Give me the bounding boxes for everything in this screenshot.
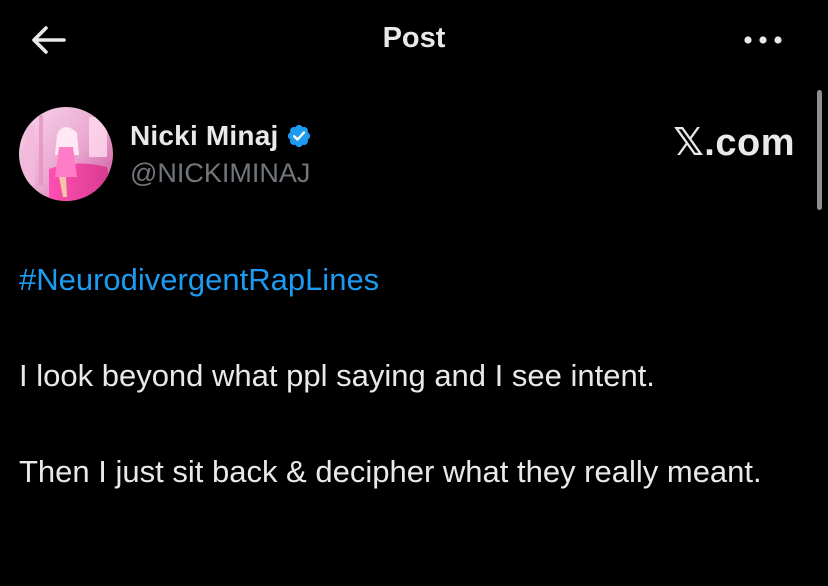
avatar[interactable] — [19, 107, 113, 201]
watermark-logo: 𝕏.com — [673, 122, 795, 164]
hashtag-link[interactable]: #NeurodivergentRapLines — [19, 262, 379, 297]
author-info[interactable]: Nicki Minaj @NICKIMINAJ — [130, 116, 312, 189]
verified-badge-icon[interactable] — [286, 123, 312, 149]
post-text: #NeurodivergentRapLines I look beyond wh… — [19, 256, 799, 496]
author-name[interactable]: Nicki Minaj — [130, 120, 278, 152]
name-row: Nicki Minaj — [130, 116, 312, 156]
author-handle[interactable]: @NICKIMINAJ — [130, 158, 312, 189]
avatar-image — [19, 107, 113, 201]
page-title: Post — [382, 22, 446, 54]
more-horizontal-icon — [744, 36, 782, 44]
post-line-2: Then I just sit back & decipher what the… — [19, 454, 762, 489]
scrollbar[interactable] — [817, 90, 822, 210]
top-bar: Post — [0, 0, 828, 80]
post-line-1: I look beyond what ppl saying and I see … — [19, 358, 655, 393]
more-options-button[interactable] — [738, 22, 788, 58]
